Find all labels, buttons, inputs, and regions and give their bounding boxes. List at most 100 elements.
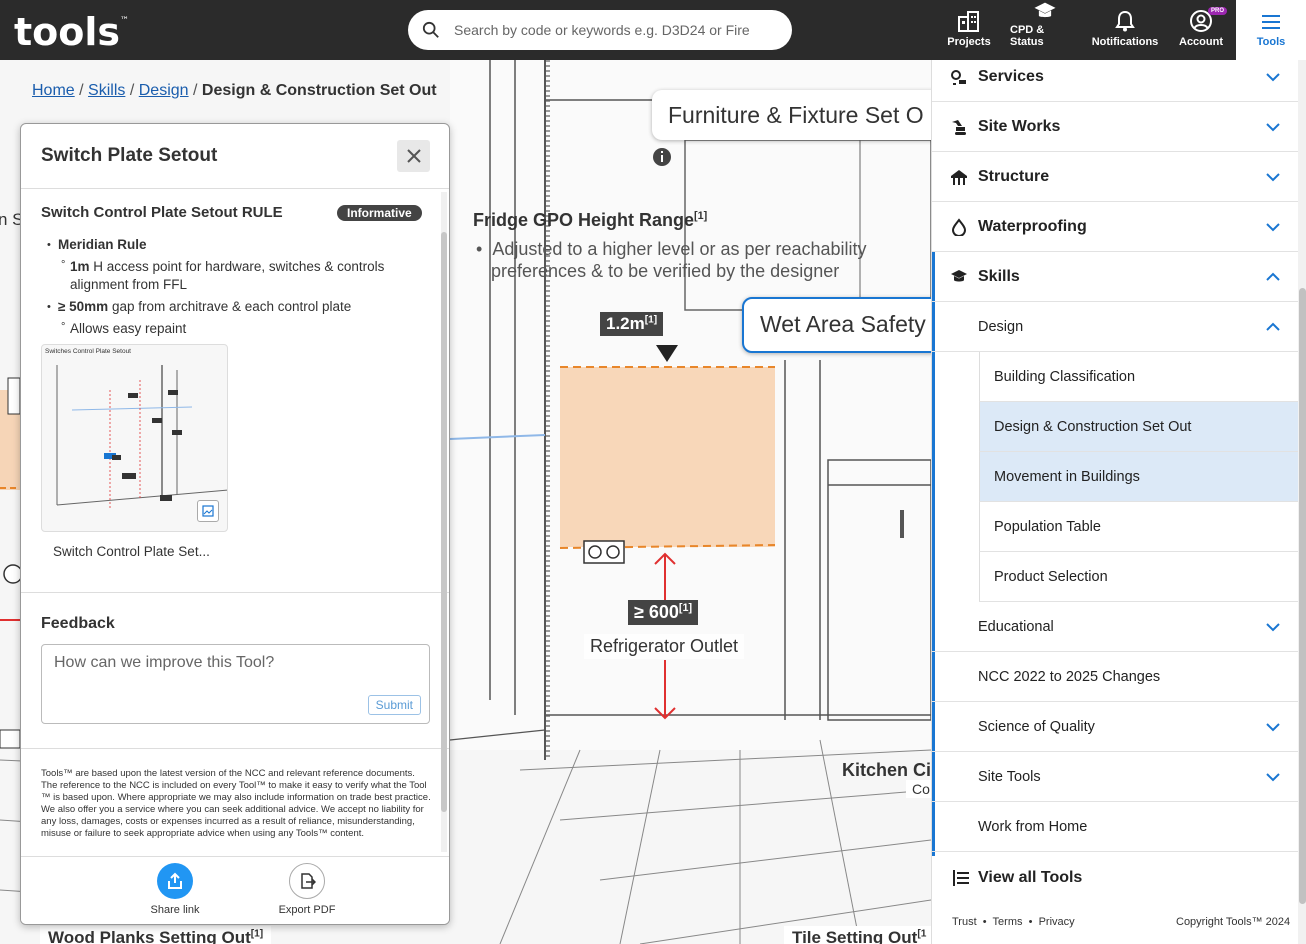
sidebar-label: Work from Home <box>978 818 1088 835</box>
panel-footer: Share link Export PDF <box>21 856 449 924</box>
sidebar-item-structure[interactable]: Structure <box>932 152 1298 202</box>
bell-icon <box>1115 10 1135 32</box>
refrigerator-outlet-label: Refrigerator Outlet <box>584 634 745 659</box>
breadcrumb: Home / Skills / Design / Design & Constr… <box>32 82 437 100</box>
chevron-up-icon <box>1266 322 1280 331</box>
footer-link-terms[interactable]: Terms <box>993 916 1023 928</box>
nav-cpd-status[interactable]: CPD & Status <box>1010 0 1080 60</box>
rule-item: Meridian Rule <box>47 236 427 254</box>
chevron-up-icon <box>1266 272 1280 281</box>
sidebar-label: Design <box>978 318 1024 335</box>
export-label: Export PDF <box>278 904 336 916</box>
chevron-down-icon <box>1266 773 1280 782</box>
sidebar-item-population-table[interactable]: Population Table <box>979 502 1298 552</box>
sidebar-label: Population Table <box>994 518 1101 535</box>
wet-area-safety-callout[interactable]: Wet Area Safety <box>742 297 931 353</box>
breadcrumb-design[interactable]: Design <box>139 82 189 99</box>
feedback-label: Feedback <box>41 615 115 632</box>
breadcrumb-skills[interactable]: Skills <box>88 82 125 99</box>
view-all-label: View all Tools <box>978 869 1083 886</box>
sidebar-label: Site Tools <box>978 768 1041 785</box>
scrollbar-thumb[interactable] <box>1299 288 1306 904</box>
sidebar-item-site-works[interactable]: Site Works <box>932 102 1298 152</box>
tools-logo[interactable]: tools™ <box>14 10 129 54</box>
chevron-down-icon <box>1266 623 1280 632</box>
buildings-icon <box>958 11 979 32</box>
footer-link-privacy[interactable]: Privacy <box>1039 916 1075 928</box>
view-all-tools-button[interactable]: View all Tools <box>932 856 1298 900</box>
sidebar-label: Science of Quality <box>978 718 1095 735</box>
nav-label: Notifications <box>1091 36 1159 48</box>
footer-link-trust[interactable]: Trust <box>952 916 977 928</box>
thumbnail-title: Switches Control Plate Setout <box>45 348 131 355</box>
image-icon <box>202 505 214 517</box>
chevron-down-icon <box>1266 123 1280 132</box>
share-link-button[interactable]: Share link <box>135 863 215 916</box>
sidebar-item-building-classification[interactable]: Building Classification <box>979 352 1298 402</box>
furniture-setout-callout[interactable]: Furniture & Fixture Set O <box>652 90 931 140</box>
tool-detail-panel: Switch Plate Setout Switch Control Plate… <box>20 123 450 925</box>
sidebar-label: Movement in Buildings <box>994 468 1140 485</box>
breadcrumb-home[interactable]: Home <box>32 82 75 99</box>
graduation-cap-icon <box>1034 2 1056 18</box>
panel-title: Switch Plate Setout <box>41 145 218 166</box>
list-tree-icon <box>953 870 969 886</box>
sidebar-item-educational[interactable]: Educational <box>932 602 1298 652</box>
nav-tools[interactable]: Tools <box>1236 0 1306 60</box>
sidebar-label: Building Classification <box>994 368 1136 385</box>
rule-subitem: 1m H access point for hardware, switches… <box>47 256 427 294</box>
sidebar-scrollbar[interactable] <box>1298 60 1306 944</box>
sidebar-item-waterproofing[interactable]: Waterproofing <box>932 202 1298 252</box>
setout-thumbnail[interactable]: Switches Control Plate Setout <box>41 344 228 532</box>
scrollbar-thumb[interactable] <box>441 232 447 812</box>
thumbnail-caption: Switch Control Plate Set... <box>53 544 210 559</box>
nav-notifications[interactable]: Notifications <box>1092 0 1158 60</box>
nav-account[interactable]: PRO Account <box>1176 0 1228 60</box>
search-icon <box>422 21 439 38</box>
search-input[interactable] <box>454 20 774 40</box>
image-expand-button[interactable] <box>197 500 219 522</box>
chevron-down-icon <box>1266 723 1280 732</box>
sidebar-item-design[interactable]: Design <box>932 302 1298 352</box>
sidebar-label: NCC 2022 to 2025 Changes <box>978 668 1161 685</box>
breadcrumb-current: Design & Construction Set Out <box>201 82 437 99</box>
wood-planks-label[interactable]: Wood Planks Setting Out[1] <box>40 926 272 944</box>
feedback-textarea[interactable] <box>54 654 414 684</box>
sidebar-label: Structure <box>978 167 1050 185</box>
height-dimension-tag: 1.2m[1] <box>600 312 664 336</box>
structure-icon <box>951 170 967 185</box>
sidebar-item-services[interactable]: Services <box>932 52 1298 102</box>
tools-sidebar: Services Site Works Structure Waterproof… <box>931 60 1306 944</box>
sidebar-item-ncc-changes[interactable]: NCC 2022 to 2025 Changes <box>932 652 1298 702</box>
nav-label: Account <box>1179 36 1223 48</box>
pro-badge: PRO <box>1208 7 1228 15</box>
panel-scrollbar[interactable] <box>441 192 447 852</box>
tile-setting-label[interactable]: Tile Setting Out[1 <box>784 926 931 944</box>
sidebar-item-product-selection[interactable]: Product Selection <box>979 552 1298 602</box>
copyright-text: Copyright Tools™ 2024 <box>1176 916 1291 928</box>
disclaimer-text: Tools™ are based upon the latest version… <box>41 768 431 839</box>
sidebar-item-work-from-home[interactable]: Work from Home <box>932 802 1298 852</box>
submit-button[interactable]: Submit <box>367 695 421 715</box>
export-pdf-button[interactable]: Export PDF <box>265 863 349 916</box>
sidebar-item-design-construction-setout[interactable]: Design & Construction Set Out <box>979 402 1298 452</box>
sidebar-item-movement-in-buildings[interactable]: Movement in Buildings <box>979 452 1298 502</box>
nav-projects[interactable]: Projects <box>944 0 994 60</box>
informative-badge: Informative <box>337 205 422 221</box>
kitchen-label[interactable]: Kitchen Ci <box>842 760 931 781</box>
chevron-down-icon <box>1266 223 1280 232</box>
chevron-down-icon <box>1266 73 1280 82</box>
sidebar-item-site-tools[interactable]: Site Tools <box>932 752 1298 802</box>
breadcrumb-separator: / <box>129 82 135 99</box>
sidebar-footer-links: Trust • Terms • Privacy <box>952 916 1075 928</box>
export-icon <box>301 873 316 889</box>
sidebar-item-science-of-quality[interactable]: Science of Quality <box>932 702 1298 752</box>
sidebar-item-skills[interactable]: Skills <box>932 252 1298 302</box>
sidebar-label: Skills <box>978 267 1020 285</box>
rule-item: ≥ 50mm gap from architrave & each contro… <box>47 298 427 316</box>
breadcrumb-separator: / <box>193 82 198 99</box>
close-icon <box>406 149 421 163</box>
divider <box>21 748 449 749</box>
search-bar <box>408 10 792 50</box>
close-button[interactable] <box>397 140 430 172</box>
